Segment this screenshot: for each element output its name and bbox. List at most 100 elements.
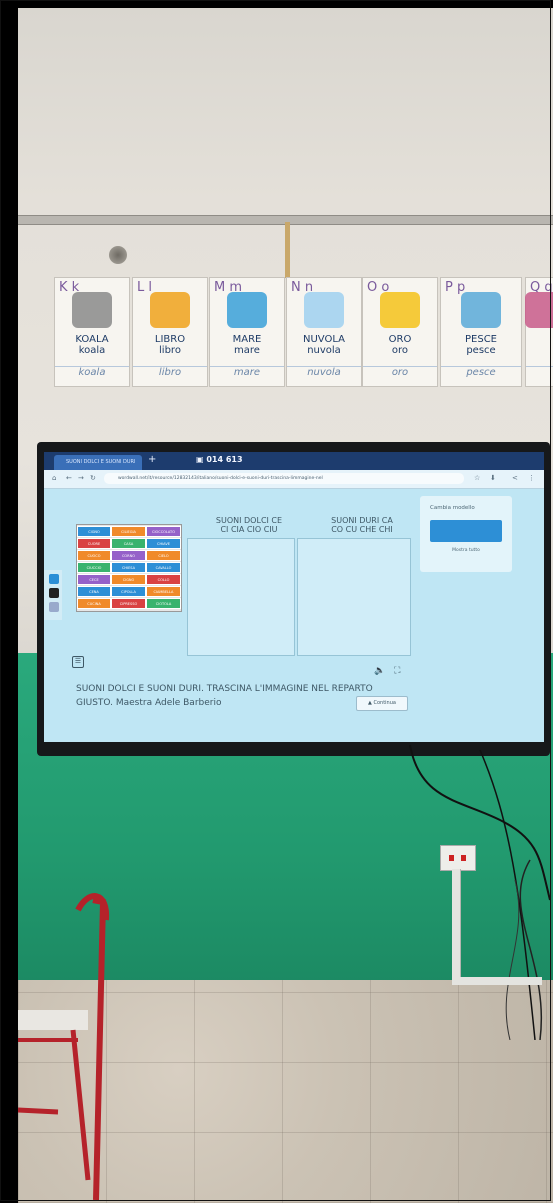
card-word-caps: MARE	[232, 334, 262, 345]
electrical-conduit	[452, 869, 461, 984]
more-icon[interactable]: ⋮	[528, 474, 535, 482]
template-panel-title: Cambia modello	[430, 505, 475, 511]
alphabet-card: N n NUVOLA nuvola nuvola	[286, 277, 362, 387]
card-word-cursive: nuvola	[287, 366, 361, 378]
draggable-image-tile[interactable]: CIELO	[146, 550, 181, 561]
speaker-icon[interactable]: 🔈	[374, 666, 385, 676]
draggable-image-tile[interactable]: CILIEGIA	[111, 526, 146, 537]
activity-caption: SUONI DOLCI E SUONI DURI. TRASCINA L'IMM…	[76, 684, 373, 708]
wall-socket-cap	[109, 246, 127, 264]
wall-outlet	[440, 845, 476, 871]
card-word-cursive: mare	[210, 366, 284, 378]
red-chair	[18, 893, 110, 1201]
card-word-lower: nuvola	[307, 345, 341, 356]
classroom-photo: K k KOALA koala koala L l LIBRO libro libro M mM…	[0, 0, 553, 1203]
session-code-text: 014 613	[206, 455, 243, 464]
download-icon[interactable]: ⬇	[490, 474, 496, 482]
more-share-icon[interactable]	[49, 602, 59, 612]
draggable-image-tile[interactable]: CUORE	[77, 538, 111, 549]
card-word-cursive	[526, 366, 553, 367]
card-word-caps: ORO	[388, 334, 412, 345]
card-picture	[72, 292, 112, 328]
share-sidebar	[44, 570, 62, 620]
image-tiles-grid: CIGNO CILIEGIA CIOCCOLATO CUORE CASA CHIAVE CU…	[76, 524, 182, 612]
card-word-cursive: libro	[133, 366, 207, 378]
draggable-image-tile[interactable]: CECE	[77, 574, 111, 585]
draggable-image-tile[interactable]: CIGNO	[111, 574, 146, 585]
alphabet-card: O o ORO oro oro	[362, 277, 438, 387]
menu-icon[interactable]: ☰	[72, 656, 84, 668]
hard-sounds-dropzone[interactable]	[297, 538, 411, 656]
soft-sounds-dropzone[interactable]	[187, 538, 295, 656]
hard-sounds-header: SUONI DURI CA CO CU CHE CHI	[306, 516, 418, 534]
card-word-cursive: oro	[363, 366, 437, 378]
tab-title: SUONI DOLCI E SUONI DURI	[66, 459, 136, 465]
electrical-conduit-horizontal	[452, 977, 542, 985]
draggable-image-tile[interactable]: CASA	[111, 538, 146, 549]
draggable-image-tile[interactable]: CAVALLO	[146, 562, 181, 573]
url-field[interactable]: wordwall.net/it/resource/12832143/italia…	[104, 473, 464, 484]
x-icon[interactable]	[49, 588, 59, 598]
card-word-lower: koala	[78, 345, 106, 356]
card-picture	[525, 292, 553, 328]
forward-icon[interactable]: →	[78, 474, 84, 482]
card-picture	[380, 292, 420, 328]
card-picture	[304, 292, 344, 328]
cables	[409, 744, 551, 1040]
new-tab-button[interactable]: +	[148, 454, 156, 465]
draggable-image-tile[interactable]: CIAMBELLA	[146, 586, 181, 597]
card-word-cursive: pesce	[441, 366, 521, 378]
address-bar: ⌂ ← → ↻ wordwall.net/it/resource/1283214…	[44, 470, 544, 489]
template-panel: Cambia modello Mostra tutto	[420, 496, 512, 572]
card-word-cursive: koala	[55, 366, 129, 378]
card-word-lower: pesce	[466, 345, 496, 356]
card-picture	[150, 292, 190, 328]
reload-icon[interactable]: ↻	[90, 474, 96, 482]
continue-label: Continua	[373, 700, 396, 706]
draggable-image-tile[interactable]: CUOCO	[77, 550, 111, 561]
session-code: ▣ 014 613	[196, 455, 243, 464]
browser-tab-bar: SUONI DOLCI E SUONI DURI + ▣ 014 613	[44, 452, 544, 470]
share-icon[interactable]: <	[512, 474, 518, 482]
alphabet-card: K k KOALA koala koala	[54, 277, 130, 387]
whiteboard-screen: SUONI DOLCI E SUONI DURI + ▣ 014 613 ⌂ ←…	[44, 452, 544, 742]
card-word-lower: oro	[391, 345, 409, 356]
star-icon[interactable]: ☆	[474, 474, 480, 482]
back-icon[interactable]: ←	[66, 474, 72, 482]
card-picture	[461, 292, 501, 328]
alphabet-card: Q q	[525, 277, 553, 387]
draggable-image-tile[interactable]: CIOTOLA	[146, 598, 181, 609]
card-word-caps: NUVOLA	[303, 334, 345, 345]
draggable-image-tile[interactable]: CENA	[77, 586, 111, 597]
draggable-image-tile[interactable]: CIPRESSO	[111, 598, 146, 609]
draggable-image-tile[interactable]: CHIESA	[111, 562, 146, 573]
wooden-stick	[285, 222, 290, 278]
card-word-caps: LIBRO	[154, 334, 186, 345]
browser-tab[interactable]: SUONI DOLCI E SUONI DURI	[54, 455, 142, 470]
draggable-image-tile[interactable]: CORNO	[111, 550, 146, 561]
alphabet-card: P p PESCE pesce pesce	[440, 277, 522, 387]
draggable-image-tile[interactable]: CIGNO	[77, 526, 111, 537]
fullscreen-icon[interactable]: ⛶	[394, 666, 400, 676]
draggable-image-tile[interactable]: CIUCCIO	[77, 562, 111, 573]
alphabet-card: L l LIBRO libro libro	[132, 277, 208, 387]
card-word-caps: PESCE	[465, 334, 497, 345]
template-thumbnail[interactable]	[430, 520, 502, 542]
facebook-icon[interactable]	[49, 574, 59, 584]
show-all-link[interactable]: Mostra tutto	[420, 548, 512, 553]
card-word-lower: libro	[159, 345, 181, 356]
draggable-image-tile[interactable]: CIPOLLA	[111, 586, 146, 597]
draggable-image-tile[interactable]: CUCINA	[77, 598, 111, 609]
draggable-image-tile[interactable]: CIOCCOLATO	[146, 526, 181, 537]
soft-sounds-header: SUONI DOLCI CE CI CIA CIO CIU	[194, 516, 304, 534]
activity-controls: 🔈 ⛶	[374, 666, 400, 676]
draggable-image-tile[interactable]: CHIAVE	[146, 538, 181, 549]
draggable-image-tile[interactable]: COLLO	[146, 574, 181, 585]
continue-button[interactable]: ▲ Continua	[356, 696, 408, 711]
card-word-lower: mare	[234, 345, 260, 356]
home-icon[interactable]: ⌂	[52, 474, 56, 482]
card-picture	[227, 292, 267, 328]
soft-header-text: SUONI DOLCI CE CI CIA CIO CIU	[215, 516, 283, 534]
card-word-caps: KOALA	[75, 334, 109, 345]
alphabet-card: M m MARE mare mare	[209, 277, 285, 387]
